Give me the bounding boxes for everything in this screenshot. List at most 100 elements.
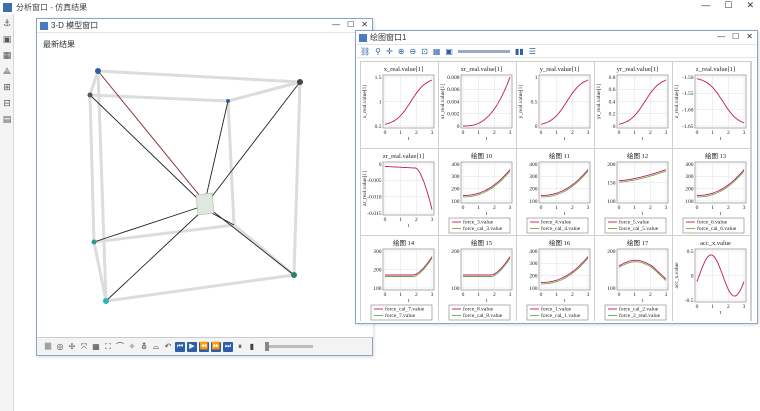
x-tick-label: 3 bbox=[431, 292, 434, 298]
y-tick-label: 100 bbox=[607, 286, 616, 292]
play-button[interactable]: ▶ bbox=[187, 341, 197, 352]
trace-icon[interactable]: ⌒ bbox=[115, 341, 125, 352]
x-tick-label: 0 bbox=[696, 130, 699, 136]
plot-title: 绘图 15 bbox=[471, 238, 492, 247]
x-axis-label: t bbox=[564, 211, 566, 217]
maximize-button[interactable]: ☐ bbox=[724, 0, 732, 11]
layout-icon[interactable]: ▣ bbox=[445, 47, 453, 56]
light-icon[interactable]: ✧ bbox=[127, 341, 137, 352]
frame-bars bbox=[88, 69, 302, 303]
plot-cell[interactable]: 绘图 14 300 200 100 0 1 2 3 t force_cal_7.value forc… bbox=[361, 236, 438, 322]
stop-button[interactable]: ▮ bbox=[247, 341, 257, 352]
plot-cell[interactable]: acc_x.value 0.5 0 -0.5 0 1 2 3 t acc_x.value bbox=[673, 236, 750, 322]
fit-icon[interactable]: ⤧ bbox=[79, 341, 89, 352]
y-tick-label: 200 bbox=[373, 267, 382, 273]
plot-cell[interactable]: zr_real.value[1] 0 -0.005 -0.010 -0.015 0 1 2 3 t… bbox=[361, 149, 438, 235]
step-forward-button[interactable]: ⏩ bbox=[211, 341, 221, 352]
menu-icon[interactable]: ☰ bbox=[529, 47, 536, 56]
minimize-button[interactable]: — bbox=[701, 0, 710, 11]
step-back-button[interactable]: ⏪ bbox=[199, 341, 209, 352]
plot-cell[interactable]: y_real.value[1] 1 0.5 0 0 1 2 3 t y_real.value[1] bbox=[517, 62, 594, 148]
minimize-button[interactable]: — bbox=[332, 20, 340, 29]
rewind-start-button[interactable]: ⏮ bbox=[175, 341, 185, 352]
plot-cell[interactable]: z_real.value[1] -1.50 -1.55 -1.60 -1.65 0 1 2 3 t… bbox=[673, 62, 750, 148]
link-icon[interactable]: ⛓ bbox=[360, 47, 370, 56]
plot-cell[interactable]: 绘图 17 200 100 0 1 2 3 t force_cal_2.value force_2… bbox=[595, 236, 672, 322]
frame-bar bbox=[292, 81, 302, 276]
y-axis-label: x_real.value[1] bbox=[362, 85, 368, 119]
y-tick-label: 1.5 bbox=[375, 75, 382, 81]
y-tick-label: 0.8 bbox=[609, 75, 616, 81]
zoom-fit-icon[interactable]: ⊡ bbox=[421, 47, 428, 56]
close-button[interactable]: ✕ bbox=[361, 20, 368, 29]
plot-cell[interactable]: 绘图 12 200 150 100 0 1 2 3 t force_5.value force_ca… bbox=[595, 149, 672, 235]
cables bbox=[89, 70, 301, 302]
panel-icon[interactable]: ⊟ bbox=[2, 98, 12, 108]
plot-cell[interactable]: xr_real.value[1] 0.008 0.006 0.004 0.002 0 0 1 2… bbox=[439, 62, 516, 148]
grid-icon[interactable]: ▦ bbox=[433, 47, 441, 56]
x-tick-label: 3 bbox=[587, 292, 590, 298]
x-tick-label: 1 bbox=[711, 304, 714, 310]
maximize-button[interactable]: ☐ bbox=[732, 32, 739, 41]
x-tick-label: 1 bbox=[477, 130, 480, 136]
view-icon[interactable]: ◎ bbox=[55, 341, 65, 352]
y-tick-label: -1.60 bbox=[682, 107, 694, 113]
timeline-icon[interactable]: ⫼⫼ bbox=[43, 341, 53, 352]
plot-cell[interactable]: 绘图 15 200 100 0 1 2 3 t force_8.value force_cal_8… bbox=[439, 236, 516, 322]
pause-button[interactable]: ⏸ bbox=[235, 341, 245, 352]
plot-cell[interactable]: yr_real.value[1] 0.8 0.6 0.4 0.2 0 0 1 2 3 t yr_rea… bbox=[595, 62, 672, 148]
pan-icon[interactable]: ✢ bbox=[67, 341, 77, 352]
y-tick-label: -0.015 bbox=[367, 211, 381, 217]
plot-svg: yr_real.value[1]0.80.60.40.200 1 2 3tyr_rea… bbox=[596, 66, 669, 142]
slider-handle[interactable] bbox=[265, 342, 269, 351]
y-tick-label: -0.5 bbox=[685, 298, 694, 304]
y-tick-label: 0 bbox=[379, 162, 382, 168]
grid-toggle-icon[interactable]: ▦ bbox=[91, 341, 101, 352]
y-tick-label: 200 bbox=[607, 249, 616, 255]
model-3d-viewport[interactable] bbox=[38, 49, 373, 337]
app-title: 分析窗口 - 仿真结果 bbox=[16, 2, 88, 12]
close-button[interactable]: ✕ bbox=[746, 32, 753, 41]
plot-cell[interactable]: 绘图 11 400 300 200 100 0 1 2 3 t force_4.value force… bbox=[517, 149, 594, 235]
close-button[interactable]: ✕ bbox=[746, 0, 754, 11]
maximize-button[interactable]: ☐ bbox=[347, 20, 354, 29]
pulley-node bbox=[87, 92, 93, 98]
plot-cell[interactable]: 绘图 13 400 300 200 100 0 1 2 3 t force_6.value force… bbox=[673, 149, 750, 235]
plot-cell[interactable]: x_real.value[1] 1.5 1 0.5 0 1 2 3 t x_real.value[… bbox=[361, 62, 438, 148]
y-tick-label: 200 bbox=[529, 273, 538, 279]
curve-icon[interactable]: ⌓ bbox=[151, 341, 161, 352]
undo-icon[interactable]: ↶ bbox=[163, 341, 173, 352]
zoom-in-icon[interactable]: ⊕ bbox=[398, 47, 405, 56]
zoom-out-icon[interactable]: ⊖ bbox=[409, 47, 416, 56]
window-icon bbox=[359, 33, 367, 42]
skip-end-button[interactable]: ⏭ bbox=[223, 341, 233, 352]
x-tick-label: 1 bbox=[633, 130, 636, 136]
plot-svg: 绘图 12 200 150 1000 1 2 3 t force_5.valueforce_ca… bbox=[604, 151, 669, 234]
layout-icon[interactable]: ⊞ bbox=[2, 82, 12, 92]
x-tick-label: 2 bbox=[415, 130, 418, 136]
minimize-button[interactable]: — bbox=[717, 32, 725, 41]
zoom-slider[interactable] bbox=[457, 49, 510, 53]
move-icon[interactable]: ✛ bbox=[386, 47, 393, 56]
columns-icon[interactable]: ▮▮ bbox=[515, 47, 524, 56]
y-tick-label: 100 bbox=[451, 286, 460, 292]
plot-title: zr_real.value[1] bbox=[383, 153, 424, 160]
y-tick-label: 0.4 bbox=[609, 99, 616, 105]
hand-icon[interactable]: ⛢ bbox=[139, 341, 149, 352]
plot-cell[interactable]: 绘图 16 400 300 200 100 0 1 2 3 t force_1.value force… bbox=[517, 236, 594, 322]
model-icon[interactable]: ▣ bbox=[2, 34, 12, 44]
plot-svg: 绘图 17 200 1000 1 2 3 t force_cal_2.valueforce_2… bbox=[604, 238, 669, 321]
y-tick-label: 100 bbox=[373, 286, 382, 292]
frame-icon[interactable]: ⛶ bbox=[103, 341, 113, 352]
legend-label: force_cal_6.value bbox=[697, 225, 737, 232]
plot-cell[interactable]: 绘图 10 400 300 200 100 0 1 2 3 t force_3.value force… bbox=[439, 149, 516, 235]
x-tick-label: 1 bbox=[711, 205, 714, 211]
x-axis-label: t bbox=[720, 211, 722, 217]
select-icon[interactable]: ⚲ bbox=[375, 47, 381, 56]
anchor-icon[interactable]: ⚓ bbox=[2, 18, 12, 28]
grid-icon[interactable]: ▦ bbox=[2, 50, 12, 60]
triangle-icon[interactable]: ⟁ bbox=[2, 66, 12, 76]
list-icon[interactable]: ▤ bbox=[2, 114, 12, 124]
y-tick-label: 0.5 bbox=[687, 249, 694, 255]
animation-time-slider[interactable] bbox=[265, 342, 313, 351]
